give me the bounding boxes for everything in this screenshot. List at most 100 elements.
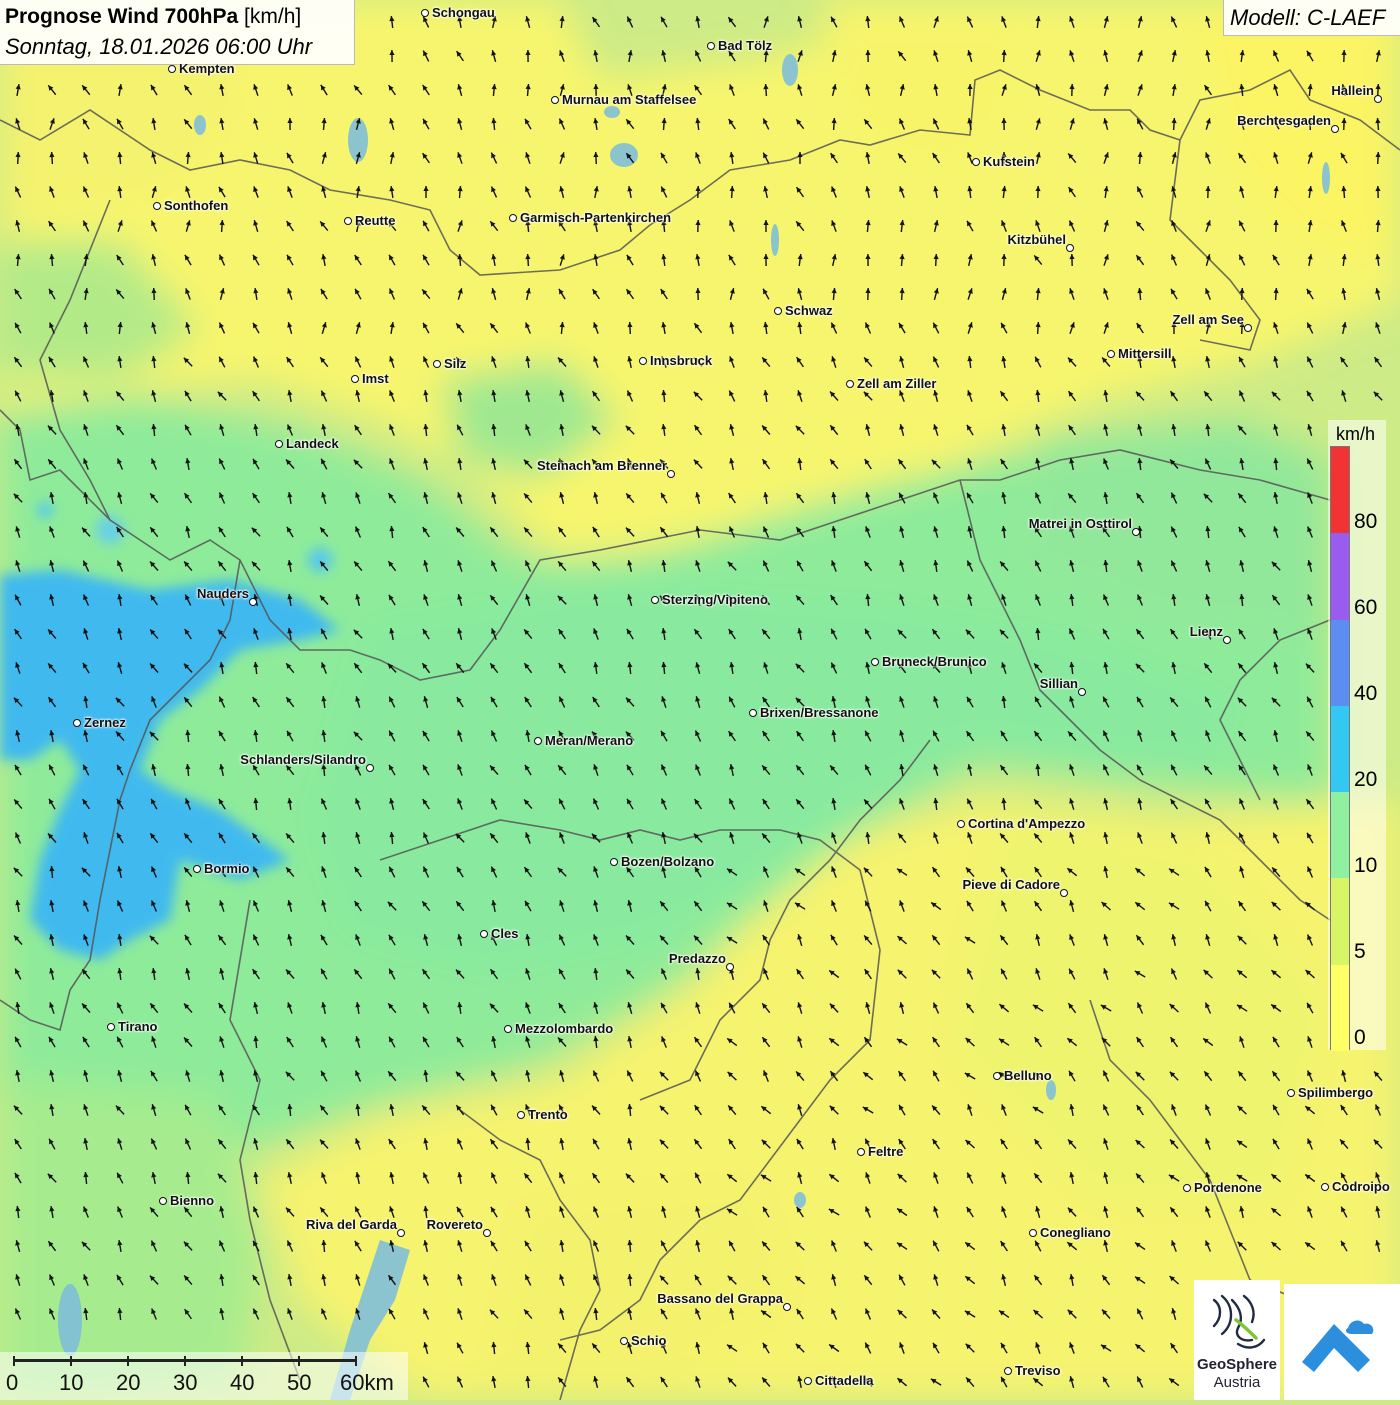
scale-tick — [13, 1356, 15, 1366]
scale-label: 0 — [6, 1370, 18, 1396]
city-label: Sillian — [1040, 676, 1078, 691]
city-marker — [1132, 528, 1140, 536]
scale-label: 10 — [59, 1370, 83, 1396]
city-label: Sonthofen — [164, 198, 228, 213]
city-marker — [871, 658, 879, 666]
map-title: Prognose Wind 700hPa [km/h] — [5, 5, 301, 29]
mountain-cloud-icon — [1284, 1284, 1400, 1400]
legend-tick-label: 10 — [1354, 854, 1377, 878]
legend-tick-label: 5 — [1354, 940, 1366, 964]
city-marker — [421, 9, 429, 17]
legend-segment — [1331, 533, 1349, 619]
weather-app-logo[interactable] — [1284, 1284, 1400, 1400]
city-label: Kufstein — [983, 154, 1035, 169]
city-marker — [107, 1023, 115, 1031]
city-marker — [857, 1148, 865, 1156]
city-label: Bozen/Bolzano — [621, 854, 714, 869]
legend-colorbar — [1330, 446, 1350, 1050]
city-marker — [168, 65, 176, 73]
legend-unit: km/h — [1336, 424, 1375, 445]
city-label: Sterzing/Vipiteno — [662, 592, 768, 607]
legend-tick-label: 60 — [1354, 596, 1377, 620]
city-label: Cortina d'Ampezzo — [968, 816, 1085, 831]
city-label: Nauders — [197, 586, 249, 601]
city-marker — [509, 214, 517, 222]
city-marker — [774, 307, 782, 315]
scale-bar: 0102030405060km — [0, 1352, 408, 1400]
city-label: Imst — [362, 371, 389, 386]
city-label: Murnau am Staffelsee — [562, 92, 696, 107]
city-marker — [957, 820, 965, 828]
city-marker — [651, 596, 659, 604]
city-label: Lienz — [1190, 624, 1223, 639]
legend-segment — [1331, 620, 1349, 706]
legend-tick-label: 80 — [1354, 510, 1377, 534]
color-legend: km/h 051020406080 — [1328, 420, 1386, 1050]
city-marker — [483, 1229, 491, 1237]
city-marker — [1287, 1089, 1295, 1097]
city-marker — [351, 375, 359, 383]
city-label: Zernez — [84, 715, 126, 730]
city-label: Kempten — [179, 61, 235, 76]
scale-tick — [127, 1356, 129, 1366]
city-marker — [1004, 1367, 1012, 1375]
city-marker — [1078, 688, 1086, 696]
city-marker — [1244, 324, 1252, 332]
city-label: Cles — [491, 926, 518, 941]
city-marker — [534, 737, 542, 745]
city-label: Schio — [631, 1333, 666, 1348]
city-label: Schongau — [432, 5, 495, 20]
city-marker — [846, 380, 854, 388]
city-marker — [433, 360, 441, 368]
city-marker — [993, 1072, 1001, 1080]
city-marker — [1331, 125, 1339, 133]
city-marker — [1107, 350, 1115, 358]
city-marker — [1321, 1183, 1329, 1191]
geosphere-logo[interactable]: GeoSphere Austria — [1194, 1280, 1280, 1400]
city-marker — [639, 357, 647, 365]
city-label: Silz — [444, 356, 466, 371]
city-marker — [1029, 1229, 1037, 1237]
city-marker — [517, 1111, 525, 1119]
city-label: Zell am See — [1172, 312, 1244, 327]
city-label: Belluno — [1004, 1068, 1052, 1083]
city-label: Tirano — [118, 1019, 158, 1034]
city-marker — [804, 1377, 812, 1385]
city-marker — [159, 1197, 167, 1205]
scale-tick — [241, 1356, 243, 1366]
city-label: Innsbruck — [650, 353, 712, 368]
city-label: Riva del Garda — [306, 1217, 397, 1232]
title-box: Prognose Wind 700hPa [km/h] Sonntag, 18.… — [0, 0, 355, 65]
city-label: Feltre — [868, 1144, 903, 1159]
legend-segment — [1331, 878, 1349, 964]
city-marker — [1183, 1184, 1191, 1192]
city-label: Bienno — [170, 1193, 214, 1208]
city-marker — [1223, 636, 1231, 644]
city-marker — [153, 202, 161, 210]
city-marker — [73, 719, 81, 727]
city-marker — [397, 1229, 405, 1237]
legend-segment — [1331, 447, 1349, 533]
city-marker — [480, 930, 488, 938]
city-label: Schlanders/Silandro — [240, 752, 366, 767]
city-label: Berchtesgaden — [1237, 113, 1331, 128]
city-marker — [366, 764, 374, 772]
map-title-unit: [km/h] — [244, 5, 301, 28]
forecast-datetime: Sonntag, 18.01.2026 06:00 Uhr — [5, 34, 312, 60]
city-label: Bruneck/Brunico — [882, 654, 987, 669]
map-title-main: Prognose Wind 700hPa — [5, 5, 238, 28]
city-label: Bad Tölz — [718, 38, 772, 53]
city-marker — [783, 1303, 791, 1311]
scale-label: 20 — [116, 1370, 140, 1396]
scale-tick — [298, 1356, 300, 1366]
city-label: Bormio — [204, 861, 250, 876]
city-label: Reutte — [355, 213, 395, 228]
city-marker — [610, 858, 618, 866]
legend-tick-label: 40 — [1354, 682, 1377, 706]
city-marker — [275, 440, 283, 448]
legend-segment — [1331, 706, 1349, 792]
city-label: Kitzbühel — [1008, 232, 1067, 247]
city-marker — [667, 470, 675, 478]
city-marker — [1060, 889, 1068, 897]
city-label: Garmisch-Partenkirchen — [520, 210, 671, 225]
